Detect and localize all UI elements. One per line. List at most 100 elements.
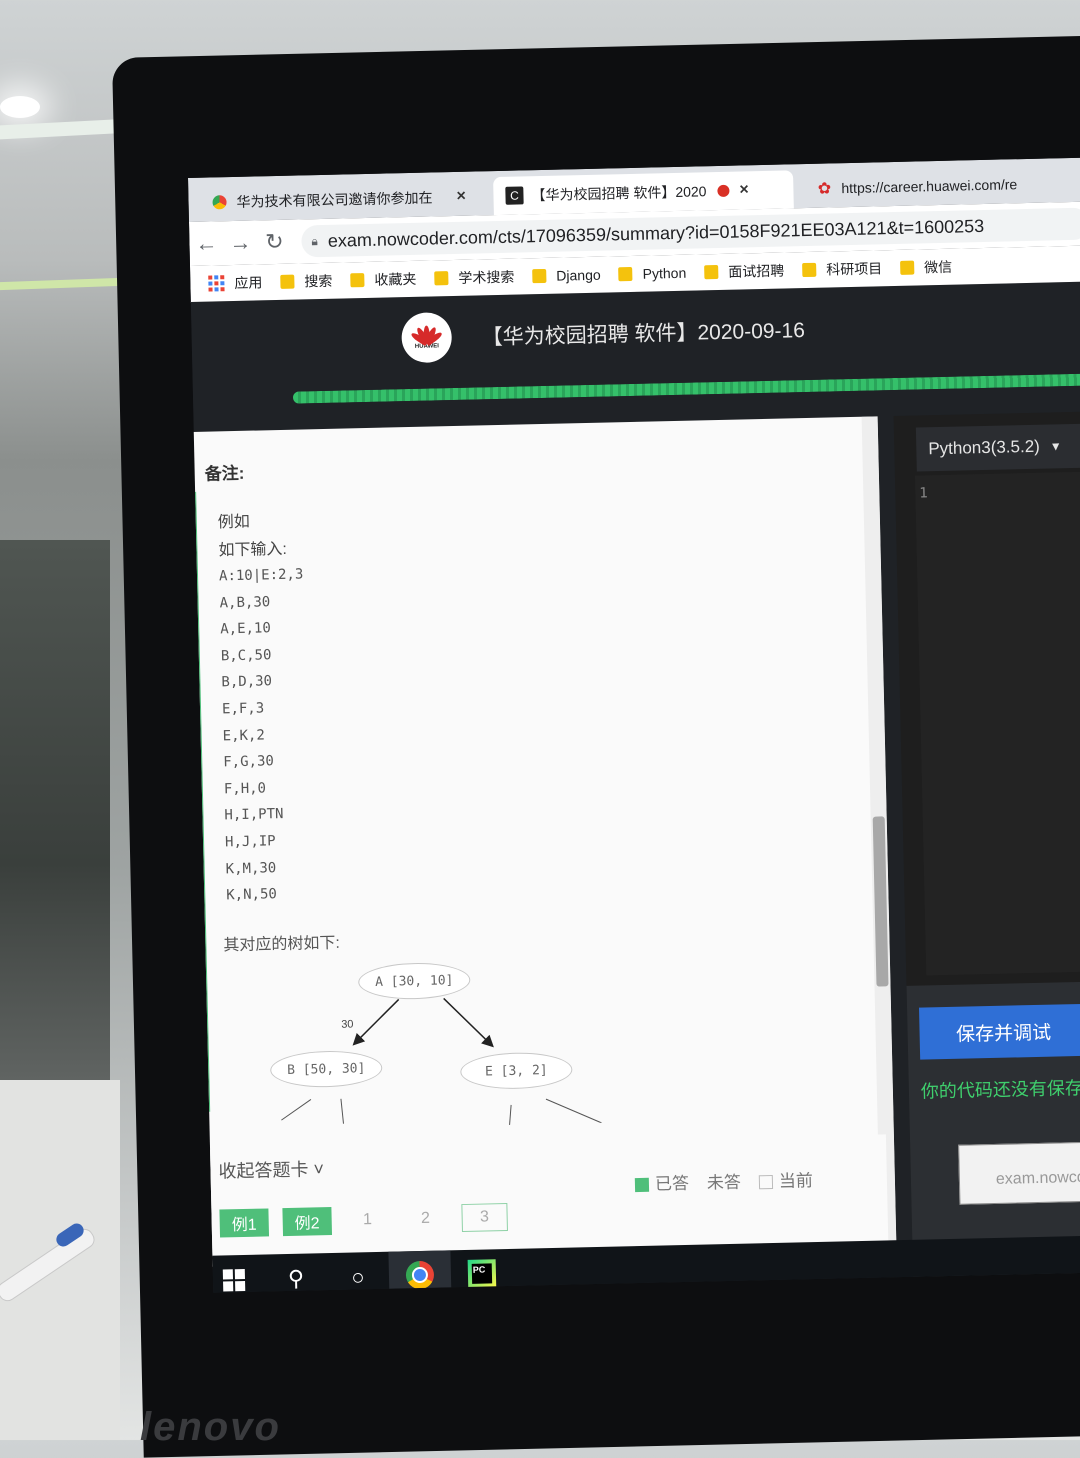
tree-caption: 其对应的树如下: xyxy=(223,934,341,955)
editor-actions: 保存并调试 i 你的代码还没有保存, exam.nowcode xyxy=(906,981,1080,1277)
exam-title: 【华为校园招聘 软件】2020-09-16 xyxy=(481,319,806,350)
folder-icon xyxy=(434,271,449,286)
bookmark-label: 科研项目 xyxy=(826,260,883,278)
ceiling-light xyxy=(0,96,40,118)
code-editor-panel: Python3(3.5.2) ▼ 1 保存并调试 i 你的代码还没有保存, ex… xyxy=(893,411,1080,1277)
bookmark-apps[interactable]: 应用 xyxy=(208,272,263,293)
bookmark-label: 收藏夹 xyxy=(374,270,417,288)
exam-page: HUAWEI 【华为校园招聘 软件】2020-09-16 备注: 例如 如下输入… xyxy=(188,281,1080,1293)
bookmark-folder[interactable]: 收藏夹 xyxy=(350,269,417,290)
input-label: 如下输入: xyxy=(218,540,288,560)
lock-icon: 🔒︎ xyxy=(311,233,319,248)
collapse-label: 收起答题卡 xyxy=(218,1159,309,1182)
input-line: A,B,30 xyxy=(219,593,271,611)
status-legend: 已答 未答 当前 xyxy=(634,1166,814,1195)
exam-progress-bar xyxy=(292,373,1080,404)
remark-label: 备注: xyxy=(204,463,245,484)
legend-answered: 已答 xyxy=(634,1169,690,1195)
legend-unanswered: 未答 xyxy=(706,1172,742,1193)
chrome-icon xyxy=(210,193,228,211)
huawei-icon: ✿ xyxy=(817,180,832,198)
browser-tab-career[interactable]: ✿ https://career.huawei.com/re xyxy=(803,163,1080,208)
bookmark-folder[interactable]: Django xyxy=(532,267,601,285)
question-nav: 例1 例2 1 2 3 xyxy=(219,1203,508,1238)
chrome-icon xyxy=(405,1260,435,1289)
close-icon[interactable]: × xyxy=(456,188,466,206)
example-input: A:10|E:2,3 A,B,30 A,E,10 B,C,50 B,D,30 E,F,3 E… xyxy=(219,561,311,909)
input-line: E,F,3 xyxy=(221,700,265,718)
bookmark-folder[interactable]: 科研项目 xyxy=(802,258,882,280)
input-line: E,K,2 xyxy=(222,726,265,744)
close-icon[interactable]: × xyxy=(739,181,749,199)
input-line: F,H,0 xyxy=(223,780,267,798)
example-label: 例如 xyxy=(217,513,251,532)
bookmark-label: 搜索 xyxy=(304,272,333,290)
edge-label: 30 xyxy=(341,1018,354,1031)
folder-icon xyxy=(618,266,633,282)
question-3-button[interactable]: 3 xyxy=(461,1203,508,1233)
input-line: A:10|E:2,3 xyxy=(218,566,304,585)
url-text: exam.nowcoder.com/cts/17096359/summary?i… xyxy=(327,215,985,251)
bookmark-label: 应用 xyxy=(234,274,263,291)
office-background xyxy=(0,540,110,1080)
bookmark-label: 微信 xyxy=(924,258,953,276)
forward-icon[interactable]: → xyxy=(223,229,258,256)
chevron-down-icon: ▼ xyxy=(1049,439,1062,454)
folder-icon xyxy=(900,260,915,275)
bookmark-folder[interactable]: Python xyxy=(618,265,686,283)
folder-icon xyxy=(532,268,547,284)
monitor-screen: 华为技术有限公司邀请你参加在 × C 【华为校园招聘 软件】2020 × ✿ h… xyxy=(188,157,1080,1293)
folder-icon xyxy=(350,273,365,288)
problem-scrollbar[interactable] xyxy=(861,416,897,1252)
recording-icon xyxy=(717,184,730,197)
wall-stripe xyxy=(0,277,120,291)
unsaved-warning: 你的代码还没有保存, xyxy=(920,1077,1080,1102)
bookmark-label: Django xyxy=(556,266,601,284)
tab-title: 【华为校园招聘 软件】2020 xyxy=(531,183,707,204)
browser-popup: exam.nowcode xyxy=(958,1140,1080,1205)
collapse-answer-card-toggle[interactable]: 收起答题卡 ˅ xyxy=(218,1155,324,1183)
question-1-button[interactable]: 1 xyxy=(345,1211,389,1230)
folder-icon xyxy=(802,262,817,278)
huawei-logo: HUAWEI xyxy=(401,312,453,364)
example-intro: 例如 如下输入: xyxy=(218,508,288,566)
line-number: 1 xyxy=(919,485,928,502)
ceiling-panel xyxy=(0,118,130,140)
input-line: F,G,30 xyxy=(223,753,275,771)
folder-icon xyxy=(280,274,295,289)
question-2-button[interactable]: 2 xyxy=(403,1209,447,1228)
save-and-debug-button[interactable]: 保存并调试 xyxy=(919,1003,1080,1060)
input-line: A,E,10 xyxy=(220,620,271,638)
progress-fill xyxy=(292,373,1080,404)
code-input[interactable] xyxy=(914,471,1080,976)
input-line: B,D,30 xyxy=(221,673,273,691)
scroll-thumb[interactable] xyxy=(872,816,889,987)
bookmark-label: 学术搜索 xyxy=(458,268,515,286)
bookmark-folder[interactable]: 面试招聘 xyxy=(704,260,784,282)
bookmark-folder[interactable]: 搜索 xyxy=(280,271,333,292)
input-line: H,J,IP xyxy=(224,833,276,851)
pycharm-icon: PC xyxy=(467,1258,497,1288)
bookmark-label: Python xyxy=(642,264,687,282)
chevron-down-icon: ˅ xyxy=(313,1159,325,1180)
example-1-button[interactable]: 例1 xyxy=(219,1208,269,1238)
example-2-button[interactable]: 例2 xyxy=(282,1207,332,1237)
tab-title: 华为技术有限公司邀请你参加在 xyxy=(236,189,433,210)
cortana-icon[interactable]: ○ xyxy=(326,1252,389,1293)
browser-tab-invite[interactable]: 华为技术有限公司邀请你参加在 × xyxy=(198,177,489,222)
tab-title: https://career.huawei.com/re xyxy=(841,176,1018,197)
legend-current: 当前 xyxy=(758,1166,814,1192)
reload-icon[interactable]: ↻ xyxy=(257,229,292,256)
bookmark-folder[interactable]: 学术搜索 xyxy=(434,267,515,289)
input-line: K,M,30 xyxy=(225,859,277,877)
back-icon[interactable]: ← xyxy=(189,230,224,257)
folder-icon xyxy=(704,264,719,280)
taskbar-chrome[interactable] xyxy=(388,1250,452,1293)
apps-icon xyxy=(208,275,225,292)
language-label: Python3(3.5.2) xyxy=(928,436,1041,459)
language-select[interactable]: Python3(3.5.2) ▼ xyxy=(915,423,1080,472)
bookmark-folder[interactable]: 微信 xyxy=(900,257,952,278)
nowcoder-icon: C xyxy=(505,186,524,205)
search-icon[interactable]: ⚲ xyxy=(264,1253,327,1293)
input-line: K,N,50 xyxy=(226,886,278,904)
